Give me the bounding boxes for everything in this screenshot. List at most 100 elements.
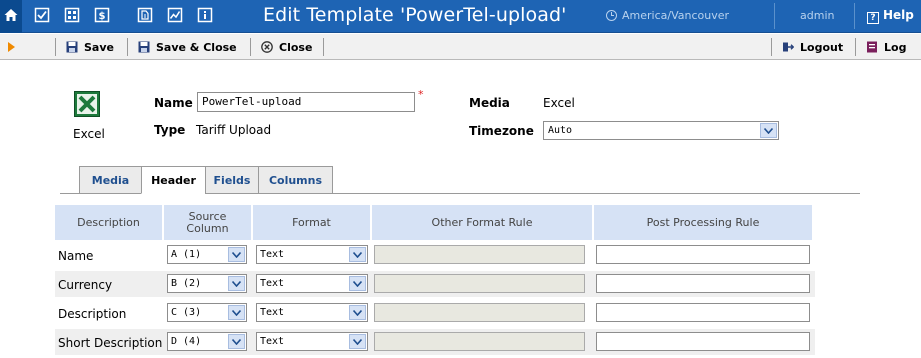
- timezone-select[interactable]: Auto: [543, 121, 779, 140]
- chart-icon[interactable]: [167, 7, 183, 23]
- name-field[interactable]: PowerTel-upload: [197, 92, 415, 112]
- type-label: Type: [154, 123, 186, 137]
- chevron-down-icon[interactable]: [349, 247, 366, 262]
- current-user: admin: [800, 9, 835, 22]
- save-label: Save: [84, 40, 114, 54]
- format-select[interactable]: Text: [256, 245, 368, 264]
- log-label: Log: [884, 40, 907, 54]
- chevron-down-icon[interactable]: [760, 123, 777, 138]
- media-value: Excel: [543, 96, 575, 110]
- format-select[interactable]: Text: [256, 274, 368, 293]
- format-select[interactable]: Text: [256, 332, 368, 351]
- floppy-disk-icon: [66, 41, 78, 53]
- post-processing-rule-field[interactable]: [596, 274, 810, 293]
- log-book-icon: [867, 41, 877, 53]
- svg-text:$: $: [99, 11, 106, 22]
- tab-header[interactable]: Header: [141, 166, 205, 194]
- source-column-value: D (4): [171, 336, 202, 347]
- chevron-down-icon[interactable]: [349, 305, 366, 320]
- chevron-down-icon[interactable]: [228, 305, 245, 320]
- header-divider: [854, 3, 855, 29]
- toolbar: Save Save & Close Close Logout Log: [0, 34, 921, 60]
- required-marker: *: [418, 88, 424, 101]
- post-processing-rule-field[interactable]: [596, 303, 810, 322]
- table-row: Description C (3) Text: [55, 300, 815, 326]
- column-header-other-format-rule: Other Format Rule: [372, 205, 593, 240]
- page-title: Edit Template 'PowerTel-upload': [263, 4, 567, 26]
- home-icon[interactable]: [3, 7, 19, 23]
- timezone-select-value: Auto: [548, 125, 573, 136]
- help-link[interactable]: ? Help: [867, 8, 914, 24]
- chevron-down-icon[interactable]: [228, 247, 245, 262]
- toolbar-divider: [323, 38, 324, 56]
- source-column-select[interactable]: C (3): [167, 303, 247, 322]
- source-column-value: C (3): [171, 307, 202, 318]
- toolbar-divider: [250, 38, 251, 56]
- format-value: Text: [260, 336, 285, 347]
- logout-icon: [783, 42, 794, 52]
- column-header-post-processing-rule: Post Processing Rule: [594, 205, 813, 240]
- column-header-format: Format: [253, 205, 371, 240]
- info-icon[interactable]: [197, 7, 213, 23]
- source-column-select[interactable]: B (2): [167, 274, 247, 293]
- post-processing-rule-field[interactable]: [596, 332, 810, 351]
- tab-fields[interactable]: Fields: [205, 166, 258, 194]
- play-arrow-icon: [8, 42, 15, 52]
- column-header-source-column: Source Column: [164, 205, 252, 240]
- header-divider: [774, 3, 775, 29]
- document-icon[interactable]: [137, 7, 153, 23]
- other-format-rule-field: [374, 332, 585, 351]
- close-circle-icon: [261, 41, 273, 53]
- save-close-label: Save & Close: [156, 40, 237, 54]
- chevron-down-icon[interactable]: [228, 334, 245, 349]
- chevron-down-icon[interactable]: [349, 334, 366, 349]
- format-value: Text: [260, 307, 285, 318]
- format-value: Text: [260, 278, 285, 289]
- other-format-rule-field: [374, 245, 585, 264]
- table-row: Short Description D (4) Text: [55, 329, 815, 355]
- close-button[interactable]: Close: [261, 40, 312, 54]
- post-processing-rule-field[interactable]: [596, 245, 810, 264]
- toolbar-divider: [55, 38, 56, 56]
- save-close-button[interactable]: Save & Close: [138, 40, 237, 54]
- toolbar-divider: [127, 38, 128, 56]
- close-label: Close: [279, 40, 313, 54]
- row-description: Currency: [58, 278, 113, 292]
- tab-media[interactable]: Media: [79, 166, 141, 194]
- grid-icon[interactable]: [64, 7, 80, 23]
- log-button[interactable]: Log: [866, 40, 906, 54]
- source-column-select[interactable]: D (4): [167, 332, 247, 351]
- save-button[interactable]: Save: [66, 40, 114, 54]
- clock-icon: [606, 10, 617, 21]
- other-format-rule-field: [374, 303, 585, 322]
- help-icon: ?: [867, 12, 879, 24]
- chevron-down-icon[interactable]: [349, 276, 366, 291]
- chevron-down-icon[interactable]: [228, 276, 245, 291]
- source-column-value: A (1): [171, 249, 202, 260]
- table-row: Currency B (2) Text: [55, 271, 815, 297]
- timezone-field-label: Timezone: [469, 124, 534, 138]
- tab-columns[interactable]: Columns: [258, 166, 333, 194]
- row-description: Name: [58, 249, 94, 263]
- other-format-rule-field: [374, 274, 585, 293]
- column-header-description: Description: [55, 205, 163, 240]
- dollar-icon[interactable]: $: [94, 7, 110, 23]
- tab-strip: Media Header Fields Columns: [79, 166, 333, 194]
- source-column-select[interactable]: A (1): [167, 245, 247, 264]
- checkbox-icon[interactable]: [34, 7, 50, 23]
- floppy-disk-icon: [138, 41, 150, 53]
- source-column-value: B (2): [171, 278, 202, 289]
- format-select[interactable]: Text: [256, 303, 368, 322]
- row-description: Description: [58, 307, 127, 321]
- row-description: Short Description: [58, 336, 163, 350]
- timezone-label: America/Vancouver: [622, 9, 730, 22]
- logout-button[interactable]: Logout: [782, 40, 843, 54]
- type-value: Tariff Upload: [196, 123, 272, 137]
- timezone-indicator[interactable]: America/Vancouver: [606, 9, 729, 22]
- logout-label: Logout: [800, 40, 844, 54]
- help-label: Help: [883, 8, 914, 22]
- toolbar-divider: [771, 38, 772, 56]
- format-value: Text: [260, 249, 285, 260]
- media-label: Media: [469, 96, 510, 110]
- table-row: Name A (1) Text: [55, 242, 815, 268]
